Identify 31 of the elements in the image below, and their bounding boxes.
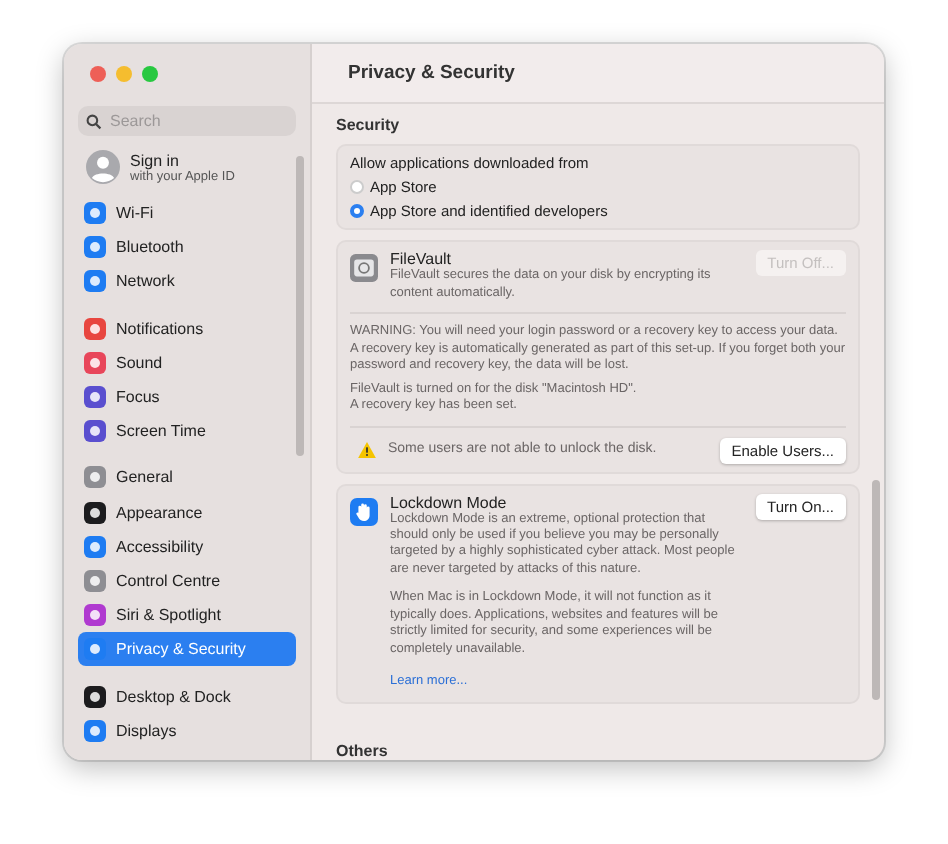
sidebar-item[interactable]: Desktop & Dock (78, 678, 296, 714)
sidebar-item[interactable]: Siri & Spotlight (78, 598, 296, 633)
scrollbar[interactable] (872, 480, 880, 700)
window-title: Privacy & Security (348, 62, 515, 85)
warning-icon (358, 442, 376, 458)
hand-icon (350, 497, 378, 525)
sidebar-item[interactable]: Sound (78, 345, 296, 380)
search-field[interactable]: Search (78, 106, 296, 136)
account-title[interactable]: Sign in (130, 151, 235, 169)
sidebar-item[interactable]: Screen Time (78, 414, 296, 449)
close-button[interactable] (90, 66, 106, 82)
sidebar-item[interactable]: General (78, 460, 296, 495)
sidebar-item[interactable]: Network (78, 264, 296, 300)
zoom-button[interactable] (142, 66, 158, 82)
sidebar-item[interactable]: Accessibility (78, 529, 296, 564)
sidebar-item[interactable]: Notifications (78, 311, 296, 346)
setting-title: FileVault (390, 250, 454, 269)
scrollbar[interactable] (296, 156, 304, 456)
safe-icon (350, 254, 378, 283)
sidebar-item[interactable]: Appearance (78, 495, 296, 530)
minimize-button[interactable] (116, 66, 132, 82)
sidebar-item[interactable]: Privacy & Security (78, 632, 296, 667)
setting-title: Lockdown Mode (390, 493, 509, 511)
sidebar-item[interactable]: Bluetooth (78, 230, 296, 265)
sidebar-item[interactable]: Control Centre (78, 563, 296, 599)
section-heading: Security (336, 116, 402, 135)
sidebar-item[interactable]: Displays (78, 713, 296, 748)
sidebar-item[interactable]: Focus (78, 379, 296, 415)
section-heading: Others (336, 742, 390, 760)
avatar-icon (86, 150, 120, 184)
sidebar-item[interactable]: Wi-Fi (78, 196, 296, 231)
